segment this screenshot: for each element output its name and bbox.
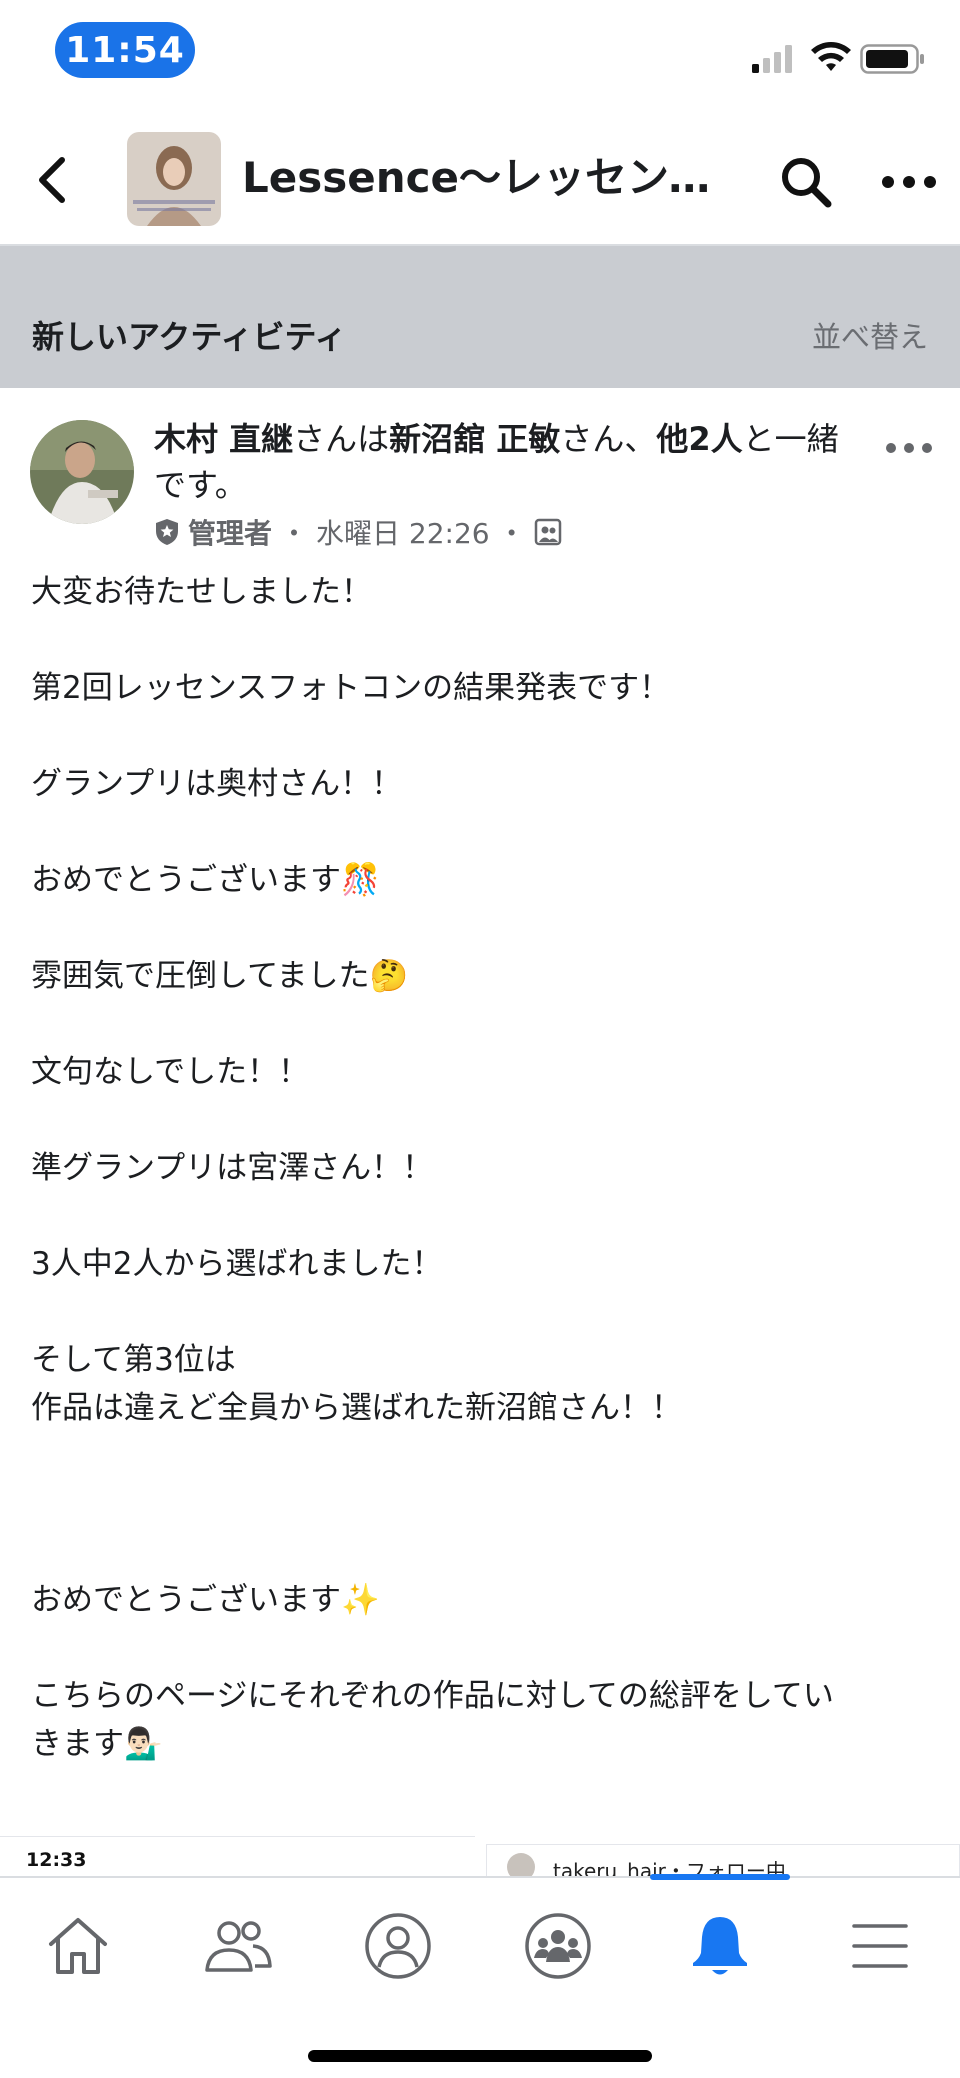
admin-badge: 管理者 (188, 517, 273, 550)
meta-separator: ・ (280, 517, 309, 550)
post-text-line (31, 1000, 931, 1048)
post-meta: 管理者 ・ 水曜日 22:26 ・ (154, 512, 562, 552)
author-name[interactable]: 木村 直継 (154, 420, 293, 458)
post-timestamp[interactable]: 水曜日 22:26 (316, 512, 490, 552)
group-cover-thumbnail[interactable] (127, 132, 221, 226)
wifi-icon (811, 42, 851, 71)
post-text-line: 作品は違えど全員から選ばれた新沼館さん！！ (31, 1390, 682, 1426)
tab-menu[interactable] (840, 1906, 920, 1986)
tab-friends[interactable] (198, 1906, 278, 1986)
group-privacy-icon (534, 518, 561, 546)
post-text-line (31, 1432, 931, 1480)
post-text-line (31, 1624, 931, 1672)
post-text-line (31, 1480, 931, 1528)
post-text-line (31, 1528, 931, 1576)
attachment-avatar-icon (507, 1853, 535, 1876)
post-text-line: きます💁🏻‍♂️ (31, 1726, 163, 1762)
post-text-line (31, 808, 931, 856)
bottom-navigation (0, 1874, 960, 2078)
post-text-line: 第2回レッセンスフォトコンの結果発表です！ (31, 670, 671, 706)
post-text-line (31, 712, 931, 760)
attachment-status-time: 12:33 (26, 1849, 87, 1871)
sort-button[interactable]: 並べ替え (812, 314, 928, 356)
attachment-image-2[interactable]: takeru_hair・フォロー中 (486, 1844, 960, 1876)
cellular-signal-icon (752, 45, 792, 73)
home-icon (49, 1918, 107, 1974)
back-button[interactable] (28, 152, 78, 208)
friends-icon (205, 1921, 272, 1972)
post-author-line: 木村 直継さんは新沼舘 正敏さん、他2人と一緒です。 (154, 416, 854, 508)
more-options-icon[interactable] (880, 162, 938, 202)
group-title[interactable]: Lessence〜レッセンス… (242, 150, 732, 206)
tagged-others[interactable]: 他2人 (656, 420, 742, 458)
attachment-username: takeru_hair・フォロー中 (553, 1859, 786, 1876)
post-options-icon[interactable] (884, 436, 934, 460)
post-text-line (31, 616, 931, 664)
groups-icon (525, 1913, 591, 1979)
post-attachments[interactable]: 12:33 takeru_hair・フォロー中 (0, 1836, 960, 1876)
group-photo-icon (127, 132, 221, 226)
post-text-line: 準グランプリは宮澤さん！！ (31, 1150, 434, 1186)
tab-groups[interactable] (518, 1906, 598, 1986)
meta-separator: ・ (497, 517, 526, 550)
post-card: 木村 直継さんは新沼舘 正敏さん、他2人と一緒です。 管理者 ・ 水曜日 22:… (0, 388, 960, 1838)
post-text-line (31, 1096, 931, 1144)
author-connector: さんは (293, 420, 390, 458)
post-text-line: 3人中2人から選ばれました！ (31, 1246, 443, 1282)
post-text-line: こちらのページにそれぞれの作品に対しての総評をしてい (31, 1678, 834, 1714)
active-tab-indicator (650, 1874, 790, 1880)
group-header: Lessence〜レッセンス… (0, 110, 960, 246)
menu-icon (852, 1924, 908, 1968)
post-text-line (31, 1192, 931, 1240)
post-text-line: おめでとうございます✨ (31, 1582, 380, 1618)
section-title: 新しいアクティビティ (32, 318, 347, 356)
tagged-person[interactable]: 新沼舘 正敏 (389, 420, 560, 458)
post-text-line (31, 904, 931, 952)
attachment-image-1[interactable]: 12:33 (0, 1836, 475, 1876)
avatar-photo-icon (30, 420, 134, 524)
notifications-icon (693, 1917, 747, 1975)
tab-home[interactable] (38, 1906, 118, 1986)
author-avatar[interactable] (30, 420, 134, 524)
profile-icon (365, 1913, 431, 1979)
tab-notifications[interactable] (680, 1906, 760, 1986)
tab-profile[interactable] (358, 1906, 438, 1986)
status-time: 11:54 (55, 22, 195, 78)
post-text-line: 文句なしでした！！ (31, 1054, 310, 1090)
post-text-line: 大変お待たせしました！ (31, 574, 372, 610)
section-header: 新しいアクティビティ 並べ替え (0, 246, 960, 388)
post-text-line: そして第3位は (31, 1342, 236, 1378)
search-icon[interactable] (778, 154, 834, 210)
status-bar: 11:54 (0, 0, 960, 110)
post-text-line: おめでとうございます🎊 (31, 862, 380, 898)
post-text-line: グランプリは奥村さん！！ (31, 766, 403, 802)
battery-icon (860, 44, 924, 74)
post-text-line: 雰囲気で圧倒してました🤔 (31, 958, 409, 994)
admin-shield-icon (156, 519, 178, 545)
home-indicator-bar (308, 2050, 652, 2062)
post-text-line (31, 1288, 931, 1336)
tagged-connector: さん、 (560, 420, 657, 458)
post-text: 大変お待たせしました！ 第2回レッセンスフォトコンの結果発表です！ グランプリは… (31, 568, 931, 1768)
